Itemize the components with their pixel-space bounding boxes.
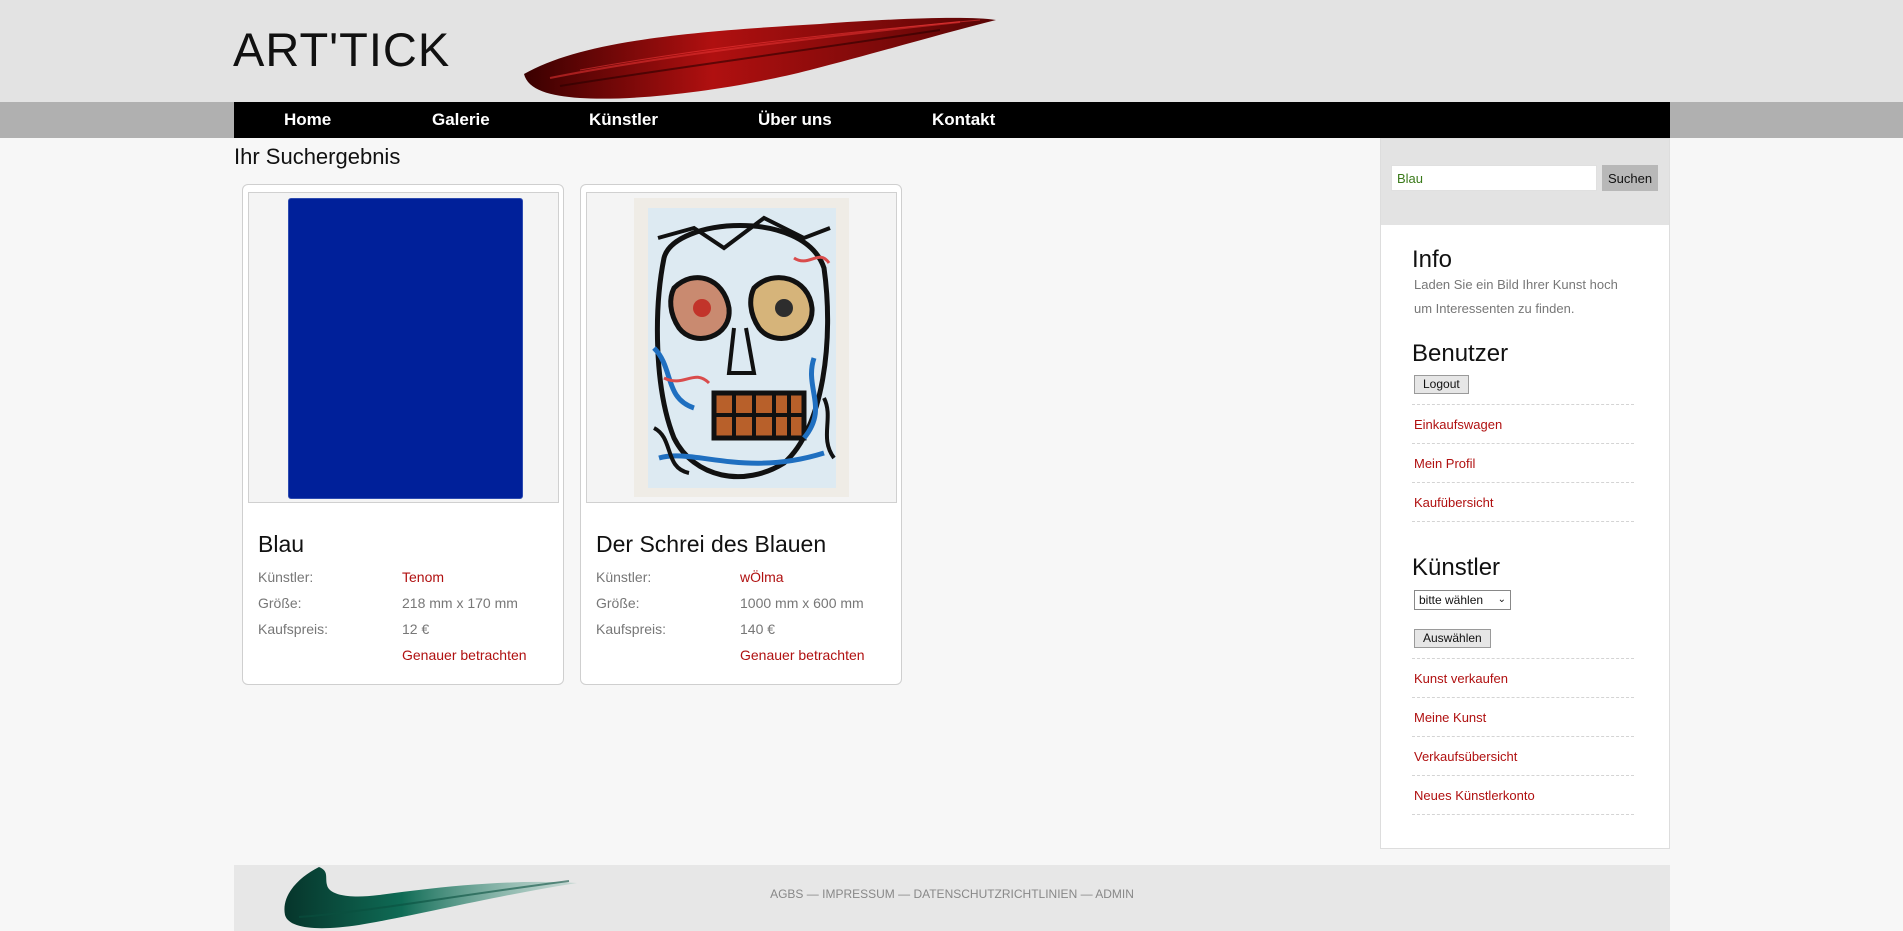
search-button[interactable]: Suchen [1602, 165, 1658, 191]
view-details-link[interactable]: Genauer betrachten [740, 647, 865, 663]
sidebar-link-meine-kunst[interactable]: Meine Kunst [1412, 698, 1634, 737]
sidebar-link-kunst-verkaufen[interactable]: Kunst verkaufen [1412, 659, 1634, 698]
footer-links[interactable]: AGBS — IMPRESSUM — DATENSCHUTZRICHTLINIE… [234, 887, 1670, 901]
price-label: Kaufspreis: [596, 621, 667, 637]
sidebar-link-verkaufsuebersicht[interactable]: Verkaufsübersicht [1412, 737, 1634, 776]
nav-item-home[interactable]: Home [284, 102, 331, 138]
size-label: Größe: [258, 595, 302, 611]
size-value: 1000 mm x 600 mm [740, 595, 864, 611]
info-heading: Info [1412, 246, 1453, 273]
size-value: 218 mm x 170 mm [402, 595, 518, 611]
artist-select-value: bitte wählen [1419, 593, 1484, 607]
sidebar-link-kaufuebersicht[interactable]: Kaufübersicht [1412, 483, 1634, 522]
site-logo[interactable]: ART'TICK [233, 22, 450, 77]
sidebar: Suchen Info Laden Sie ein Bild Ihrer Kun… [1380, 138, 1670, 849]
nav-item-kuenstler[interactable]: Künstler [589, 102, 658, 138]
nav-item-galerie[interactable]: Galerie [432, 102, 490, 138]
artwork-image-blau[interactable] [288, 198, 523, 499]
artwork-title: Blau [258, 531, 305, 557]
artwork-image-frame[interactable] [248, 192, 559, 503]
artwork-card: Der Schrei des Blauen Künstler: wÖlma Gr… [580, 184, 902, 685]
artist-label: Künstler: [596, 569, 652, 585]
search-area: Suchen [1381, 139, 1669, 225]
view-details-link[interactable]: Genauer betrachten [402, 647, 527, 663]
artist-label: Künstler: [258, 569, 314, 585]
select-artist-button[interactable]: Auswählen [1414, 629, 1491, 648]
artist-select[interactable]: bitte wählen ⌄ [1414, 590, 1511, 610]
nav-item-ueber-uns[interactable]: Über uns [758, 102, 832, 138]
kuenstler-heading: Künstler [1412, 554, 1501, 581]
artist-link[interactable]: wÖlma [740, 569, 784, 585]
size-label: Größe: [596, 595, 640, 611]
benutzer-heading: Benutzer [1412, 340, 1509, 367]
price-value: 12 € [402, 621, 430, 637]
artwork-image-schrei[interactable] [634, 198, 849, 497]
artist-link[interactable]: Tenom [402, 569, 444, 585]
footer: AGBS — IMPRESSUM — DATENSCHUTZRICHTLINIE… [234, 865, 1670, 931]
sidebar-link-neues-kuenstlerkonto[interactable]: Neues Künstlerkonto [1412, 776, 1634, 815]
artwork-title: Der Schrei des Blauen [596, 531, 827, 557]
page-title: Ihr Suchergebnis [234, 144, 401, 169]
logout-button[interactable]: Logout [1414, 375, 1469, 394]
artwork-image-frame[interactable] [586, 192, 897, 503]
price-value: 140 € [740, 621, 776, 637]
main-navigation: Home Galerie Künstler Über uns Kontakt [234, 102, 1670, 138]
chevron-down-icon: ⌄ [1497, 594, 1506, 605]
price-label: Kaufspreis: [258, 621, 329, 637]
nav-item-kontakt[interactable]: Kontakt [932, 102, 995, 138]
search-input[interactable] [1391, 165, 1597, 191]
sidebar-link-mein-profil[interactable]: Mein Profil [1412, 444, 1634, 483]
red-brush-stroke-image [524, 17, 996, 99]
info-text: Laden Sie ein Bild Ihrer Kunst hoch um I… [1414, 277, 1618, 316]
artwork-card: Blau Künstler: Tenom Größe: 218 mm x 170… [242, 184, 564, 685]
sidebar-link-einkaufswagen[interactable]: Einkaufswagen [1412, 405, 1634, 444]
